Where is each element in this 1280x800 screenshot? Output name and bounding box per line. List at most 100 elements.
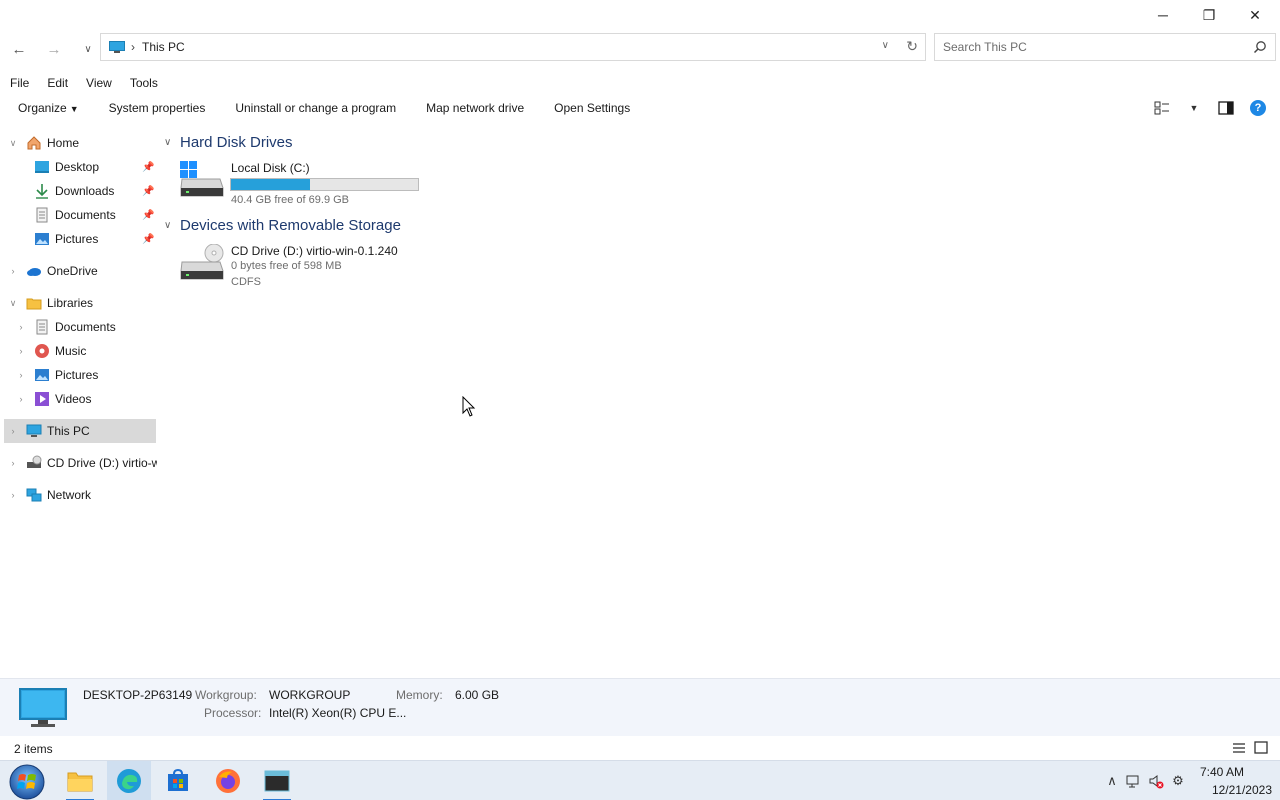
chevron-right-icon[interactable]: ›	[16, 394, 26, 404]
address-row: ← → ∨ › This PC ∨ ↻ Search This PC	[0, 30, 1280, 68]
gear-icon[interactable]: ⚙	[1170, 773, 1186, 789]
restore-icon: ❐	[1202, 6, 1216, 23]
close-button[interactable]: ✕	[1232, 0, 1278, 30]
clock-time[interactable]: 7:40 AM	[1192, 765, 1252, 779]
taskbar-terminal[interactable]	[255, 761, 299, 800]
view-controls: ▼ ?	[1152, 98, 1268, 118]
pin-icon: 📌	[142, 185, 155, 197]
clock-date[interactable]: 12/21/2023	[1202, 783, 1272, 797]
help-button[interactable]: ?	[1248, 98, 1268, 118]
computer-name: DESKTOP-2P63149	[83, 688, 193, 702]
view-dropdown-button[interactable]: ▼	[1184, 98, 1204, 118]
forward-button[interactable]: →	[42, 38, 66, 60]
sidebar-item-downloads[interactable]: Downloads 📌	[0, 179, 157, 203]
map-network-drive-button[interactable]: Map network drive	[411, 101, 539, 115]
drive-free-space: 40.4 GB free of 69.9 GB	[231, 194, 350, 206]
breadcrumb-this-pc[interactable]: This PC	[142, 40, 185, 54]
chevron-right-icon[interactable]: ›	[8, 490, 18, 500]
sidebar-item-onedrive[interactable]: › OneDrive	[0, 259, 157, 283]
folder-icon	[26, 298, 42, 310]
sidebar-item-libraries[interactable]: ∨ Libraries	[0, 291, 157, 315]
chevron-right-icon[interactable]: ›	[8, 266, 18, 276]
sidebar-item-music[interactable]: › Music	[0, 339, 157, 363]
sidebar-item-label: Downloads	[55, 184, 115, 198]
navigation-pane: ∨ Home Desktop 📌 Downloads 📌 Documents 📌…	[0, 130, 157, 678]
group-header-removable-storage[interactable]: ∨ Devices with Removable Storage	[164, 217, 401, 234]
sidebar-item-label: Libraries	[47, 296, 94, 310]
sidebar-item-pictures[interactable]: Pictures 📌	[0, 227, 157, 251]
search-icon[interactable]	[1253, 40, 1267, 54]
taskbar-store[interactable]	[156, 761, 200, 800]
network-status-icon[interactable]	[1126, 773, 1142, 789]
content-area: ∨ Hard Disk Drives Local Disk (C:) 40.4 …	[160, 130, 1280, 678]
chevron-right-icon[interactable]: ›	[16, 370, 26, 380]
change-view-button[interactable]	[1152, 98, 1172, 118]
menu-view[interactable]: View	[76, 76, 122, 90]
video-icon	[35, 392, 49, 406]
sidebar-item-this-pc[interactable]: › This PC	[4, 419, 156, 443]
status-bar: 2 items	[0, 736, 1280, 760]
sidebar-item-label: Home	[47, 136, 80, 150]
chevron-right-icon[interactable]: ›	[8, 458, 18, 468]
document-icon	[36, 319, 48, 335]
chevron-right-icon[interactable]: ›	[8, 426, 18, 436]
cd-drive-icon	[27, 455, 42, 468]
large-icons-view-icon[interactable]	[1254, 741, 1268, 755]
document-icon	[36, 207, 48, 223]
group-header-hard-disk-drives[interactable]: ∨ Hard Disk Drives	[164, 134, 293, 151]
address-bar[interactable]: › This PC ∨ ↻	[100, 33, 926, 61]
chevron-down-icon[interactable]: ∨	[882, 40, 889, 51]
volume-muted-icon[interactable]	[1148, 773, 1164, 789]
system-properties-button[interactable]: System properties	[94, 101, 221, 115]
caret-down-icon: ▼	[1189, 103, 1199, 113]
sidebar-item-home[interactable]: ∨ Home	[0, 131, 157, 155]
sidebar-item-cd-drive[interactable]: › CD Drive (D:) virtio-w	[0, 451, 157, 475]
menu-edit[interactable]: Edit	[37, 76, 78, 90]
drive-item-cd-drive-d[interactable]: CD Drive (D:) virtio-win-0.1.240 0 bytes…	[180, 244, 440, 290]
processor-value: Intel(R) Xeon(R) CPU E...	[269, 706, 407, 720]
chevron-right-icon[interactable]: ›	[16, 322, 26, 332]
menu-file[interactable]: File	[0, 76, 39, 90]
download-icon	[36, 184, 48, 199]
taskbar-edge[interactable]	[107, 761, 151, 800]
minimize-button[interactable]: ─	[1140, 0, 1186, 30]
sidebar-item-lib-pictures[interactable]: › Pictures	[0, 363, 157, 387]
details-view-icon[interactable]	[1232, 741, 1246, 755]
cd-drive-icon	[180, 244, 224, 280]
pictures-icon	[35, 233, 49, 245]
item-count: 2 items	[14, 742, 53, 756]
organize-button[interactable]: Organize ▼	[0, 101, 94, 115]
maximize-button[interactable]: ❐	[1186, 0, 1232, 30]
folder-icon	[67, 772, 93, 792]
sidebar-item-network[interactable]: › Network	[0, 483, 157, 507]
status-view-controls	[1232, 741, 1268, 755]
search-input[interactable]: Search This PC	[934, 33, 1276, 61]
open-settings-button[interactable]: Open Settings	[539, 101, 645, 115]
view-options-icon	[1154, 101, 1169, 115]
taskbar-firefox[interactable]	[206, 761, 250, 800]
recent-locations-button[interactable]: ∨	[76, 38, 100, 60]
drive-item-local-disk-c[interactable]: Local Disk (C:) 40.4 GB free of 69.9 GB	[180, 161, 440, 207]
chevron-up-icon[interactable]: ∧	[1104, 773, 1120, 789]
sidebar-item-label: Network	[47, 488, 92, 502]
sidebar-item-desktop[interactable]: Desktop 📌	[0, 155, 157, 179]
preview-pane-button[interactable]	[1216, 98, 1236, 118]
sidebar-item-videos[interactable]: › Videos	[0, 387, 157, 411]
taskbar-file-explorer[interactable]	[58, 761, 102, 800]
sidebar-item-lib-documents[interactable]: › Documents	[0, 315, 157, 339]
refresh-icon[interactable]: ↻	[906, 38, 918, 55]
music-icon	[35, 344, 49, 358]
computer-icon	[109, 41, 125, 53]
chevron-down-icon[interactable]: ∨	[8, 138, 18, 149]
pin-icon: 📌	[142, 233, 155, 245]
menu-tools[interactable]: Tools	[120, 76, 168, 90]
uninstall-program-button[interactable]: Uninstall or change a program	[220, 101, 411, 115]
sidebar-item-documents[interactable]: Documents 📌	[0, 203, 157, 227]
processor-label: Processor:	[204, 706, 262, 720]
back-button[interactable]: ←	[7, 38, 31, 60]
breadcrumb-separator-icon[interactable]: ›	[131, 40, 135, 54]
chevron-down-icon[interactable]: ∨	[8, 298, 18, 309]
sidebar-item-label: Desktop	[55, 160, 100, 174]
chevron-right-icon[interactable]: ›	[16, 346, 26, 356]
start-button-icon[interactable]	[8, 763, 46, 800]
